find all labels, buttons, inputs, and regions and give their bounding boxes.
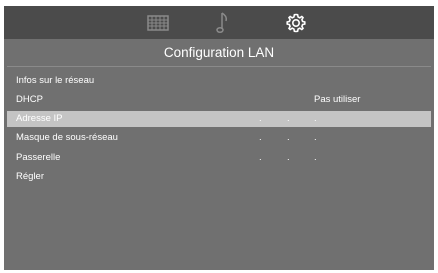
category-tab-bar — [4, 6, 434, 39]
settings-screen: Configuration LAN Infos sur le réseau DH… — [4, 6, 434, 270]
ip-separator: . — [314, 152, 317, 163]
ip-separator: . — [259, 132, 262, 143]
menu-item-ip-address[interactable]: Adresse IP . . . — [7, 111, 431, 127]
menu-item-network-info[interactable]: Infos sur le réseau — [7, 73, 431, 89]
title-divider — [7, 66, 431, 67]
menu-item-label: Adresse IP — [16, 113, 63, 124]
menu-item-label: Régler — [16, 171, 44, 182]
menu-item-label: DHCP — [16, 94, 43, 105]
ip-separator: . — [314, 132, 317, 143]
ip-separator: . — [314, 113, 317, 124]
gear-icon[interactable] — [284, 11, 308, 35]
page-title: Configuration LAN — [163, 45, 275, 60]
ip-separator: . — [287, 152, 290, 163]
menu-item-dhcp[interactable]: DHCP Pas utiliser — [7, 92, 431, 108]
menu-item-label: Passerelle — [16, 152, 61, 163]
menu-item-apply[interactable]: Régler — [7, 169, 431, 185]
menu-item-label: Infos sur le réseau — [16, 75, 95, 86]
ip-separator: . — [259, 152, 262, 163]
menu-item-subnet-mask[interactable]: Masque de sous-réseau . . . — [7, 130, 431, 146]
menu-item-gateway[interactable]: Passerelle . . . — [7, 150, 431, 166]
grid-icon[interactable] — [146, 11, 170, 35]
subnet-mask-field[interactable]: . . . — [259, 130, 329, 146]
music-note-icon[interactable] — [211, 11, 235, 35]
ip-address-field[interactable]: . . . — [259, 111, 329, 127]
dhcp-value: Pas utiliser — [314, 94, 361, 105]
ip-separator: . — [287, 113, 290, 124]
ip-separator: . — [259, 113, 262, 124]
gateway-field[interactable]: . . . — [259, 150, 329, 166]
lan-configuration-panel: Configuration LAN Infos sur le réseau DH… — [4, 39, 434, 270]
ip-separator: . — [287, 132, 290, 143]
menu-item-label: Masque de sous-réseau — [16, 132, 118, 143]
